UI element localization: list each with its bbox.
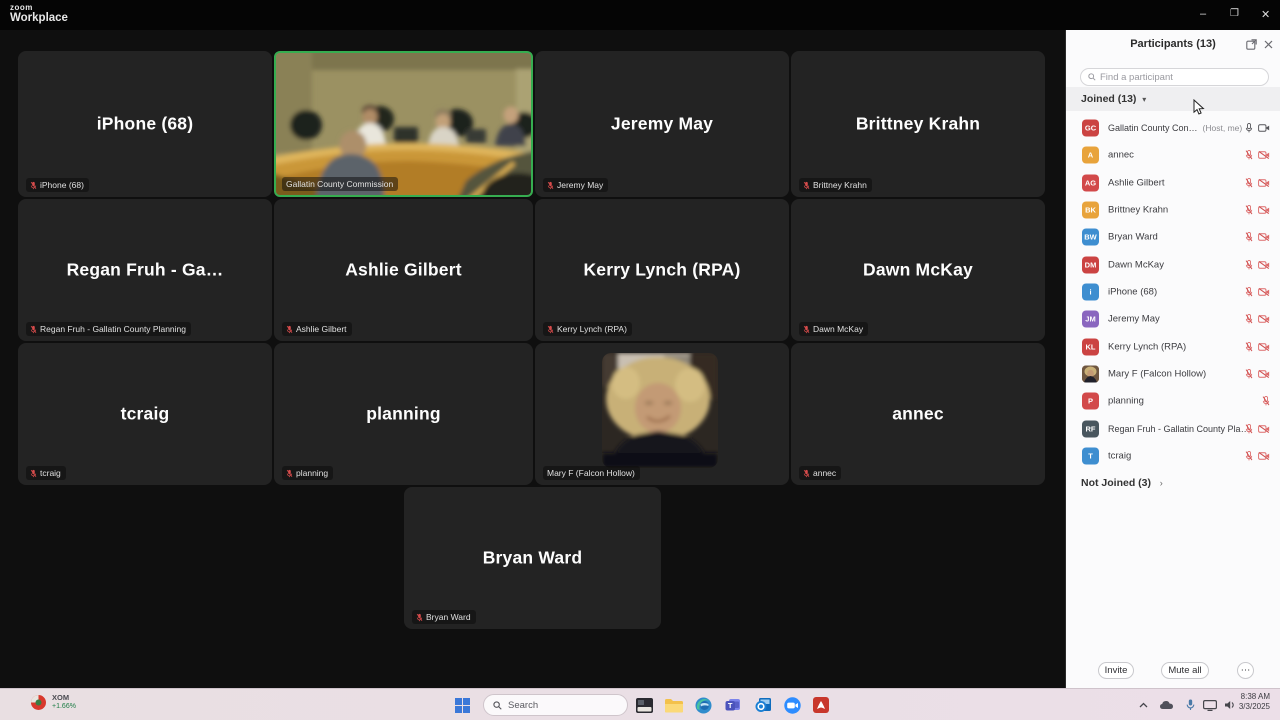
svg-text:T: T <box>727 701 732 710</box>
